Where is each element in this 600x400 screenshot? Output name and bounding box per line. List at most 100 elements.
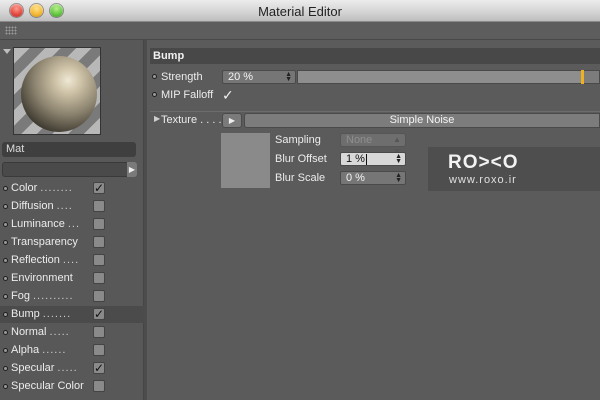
strength-spinner-icon[interactable]: ▲ ▼ (285, 71, 292, 83)
window-titlebar: Material Editor (0, 0, 600, 22)
channel-item-normal[interactable]: Normal..... (0, 324, 144, 341)
material-name-field[interactable]: Mat (2, 142, 136, 157)
channel-label: Color (11, 182, 38, 194)
channel-dot-icon (3, 186, 8, 191)
blur-offset-input[interactable]: 1 % ▲ ▼ (340, 152, 406, 166)
watermark-logo: RO><O www.roxo.ir (428, 147, 600, 191)
strength-slider-fill (298, 71, 581, 83)
mip-falloff-checkbox[interactable]: ✓ (222, 87, 234, 104)
channel-dot-icon (3, 384, 8, 389)
section-header-bump: Bump (150, 48, 600, 64)
channel-label: Transparency (11, 236, 78, 248)
channel-checkbox[interactable] (93, 272, 105, 284)
channel-item-diffusion[interactable]: Diffusion.... (0, 198, 144, 215)
channel-checkbox[interactable]: ✓ (93, 182, 105, 194)
channel-checkbox[interactable] (93, 218, 105, 230)
channel-leader-dots: .......... (32, 290, 74, 302)
channel-label: Alpha (11, 344, 40, 356)
channel-item-color[interactable]: Color........ ✓ (0, 180, 144, 197)
preview-sphere (21, 56, 97, 132)
mip-falloff-animate-dot-icon[interactable] (152, 92, 157, 97)
channel-checkbox[interactable] (93, 290, 105, 302)
channel-checkbox[interactable] (93, 380, 105, 392)
channel-item-environment[interactable]: Environment (0, 270, 144, 287)
texture-label: Texture . . . . (161, 114, 222, 126)
channel-checkbox[interactable] (93, 254, 105, 266)
channel-leader-dots: ..... (57, 362, 78, 374)
sampling-value: None (346, 134, 373, 146)
strength-animate-dot-icon[interactable] (152, 74, 157, 79)
channel-label: Diffusion (11, 200, 54, 212)
strength-label: Strength (161, 71, 203, 83)
sampling-label: Sampling (275, 134, 321, 146)
channel-checkbox[interactable]: ✓ (93, 362, 105, 374)
channel-item-specular-color[interactable]: Specular Color (0, 378, 144, 395)
channel-dot-icon (3, 366, 8, 371)
texture-shader-button[interactable]: Simple Noise (244, 113, 600, 128)
channel-checkbox[interactable] (93, 236, 105, 248)
channel-checkbox[interactable] (93, 326, 105, 338)
material-preview[interactable] (13, 47, 101, 135)
channel-label: Specular (11, 362, 55, 374)
channel-item-bump[interactable]: Bump....... ✓ (0, 306, 144, 323)
toolbar (0, 22, 600, 40)
blur-scale-value: 0 % (346, 172, 365, 184)
channel-label: Specular Color (11, 380, 84, 392)
watermark-logo-text: RO><O (448, 152, 519, 173)
channel-filter-field[interactable] (2, 162, 128, 177)
grip-handle-icon[interactable] (5, 26, 17, 35)
channel-leader-dots: ... (67, 218, 80, 230)
strength-slider[interactable] (297, 70, 600, 84)
blur-offset-spinner-icon[interactable]: ▲ ▼ (395, 153, 402, 165)
filter-arrow-icon[interactable]: ▶ (127, 162, 137, 177)
channel-item-transparency[interactable]: Transparency (0, 234, 144, 251)
channel-label: Bump (11, 308, 40, 320)
channel-label: Normal (11, 326, 47, 338)
strength-value: 20 % (228, 71, 254, 83)
channel-leader-dots: ..... (49, 326, 70, 338)
channel-dot-icon (3, 222, 8, 227)
channel-checkbox[interactable] (93, 200, 105, 212)
channel-dot-icon (3, 312, 8, 317)
texture-menu-button[interactable]: ▶ (222, 113, 242, 128)
channel-label: Luminance (11, 218, 65, 230)
channel-item-reflection[interactable]: Reflection.... (0, 252, 144, 269)
channel-item-alpha[interactable]: Alpha...... (0, 342, 144, 359)
channel-dot-icon (3, 204, 8, 209)
blur-offset-value: 1 % (346, 153, 365, 165)
channel-dot-icon (3, 258, 8, 263)
channel-dot-icon (3, 240, 8, 245)
window-title: Material Editor (258, 4, 342, 19)
channel-item-fog[interactable]: Fog.......... (0, 288, 144, 305)
channel-checkbox[interactable] (93, 344, 105, 356)
watermark-url: www.roxo.ir (449, 174, 517, 186)
channel-checkbox[interactable]: ✓ (93, 308, 105, 320)
collapse-triangle-icon[interactable] (3, 49, 11, 54)
sampling-dropdown[interactable]: None ▲▼ (340, 133, 406, 156)
channel-dot-icon (3, 330, 8, 335)
channel-item-luminance[interactable]: Luminance... (0, 216, 144, 233)
channel-label: Environment (11, 272, 73, 284)
strength-input[interactable]: 20 % ▲ ▼ (222, 70, 296, 84)
channel-dot-icon (3, 348, 8, 353)
channel-leader-dots: ...... (42, 344, 67, 356)
mip-falloff-label: MIP Falloff (161, 89, 214, 101)
channel-dot-icon (3, 276, 8, 281)
blur-scale-label: Blur Scale (275, 172, 326, 184)
blur-scale-input[interactable]: 0 % ▲ ▼ (340, 171, 406, 185)
blur-offset-label: Blur Offset (275, 153, 327, 165)
channel-leader-dots: .... (56, 200, 73, 212)
attributes-panel (147, 40, 600, 400)
texture-thumbnail (221, 133, 270, 188)
channel-label: Reflection (11, 254, 60, 266)
channel-leader-dots: ....... (42, 308, 72, 320)
channel-dot-icon (3, 294, 8, 299)
blur-scale-spinner-icon[interactable]: ▲ ▼ (395, 172, 402, 184)
texture-expand-triangle-icon[interactable]: ▶ (154, 114, 160, 123)
channel-leader-dots: .... (62, 254, 80, 266)
channel-item-specular[interactable]: Specular..... ✓ (0, 360, 144, 377)
strength-slider-marker[interactable] (581, 70, 584, 84)
channel-label: Fog (11, 290, 30, 302)
channel-leader-dots: ........ (40, 182, 73, 194)
text-cursor (365, 153, 367, 165)
